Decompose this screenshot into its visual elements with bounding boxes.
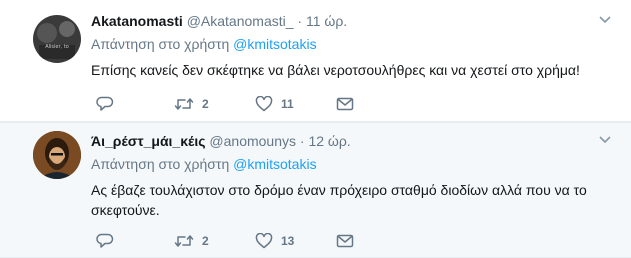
like-button[interactable]: 13: [255, 231, 294, 251]
like-icon: [255, 96, 273, 112]
reply-mention-link[interactable]: @kmitsotakis: [233, 156, 316, 172]
tweet-header: Άι_ρέστ_μάι_κέις @anomounys · 12 ώρ.: [91, 131, 619, 151]
direct-message-button[interactable]: [336, 94, 354, 114]
reply-context: Απάντηση στο χρήστη @kmitsotakis: [91, 154, 619, 174]
user-fullname[interactable]: Άι_ρέστ_μάι_κέις: [91, 133, 206, 149]
reply-icon: [96, 233, 114, 249]
separator: ·: [297, 13, 303, 29]
tweet-content: Akatanomasti @Akatanomasti_ · 11 ώρ. Απά…: [91, 11, 619, 80]
separator: ·: [299, 133, 305, 149]
reply-icon: [96, 96, 114, 112]
retweet-count: 2: [202, 97, 209, 111]
direct-message-button[interactable]: [336, 231, 354, 251]
reply-context: Απάντηση στο χρήστη @kmitsotakis: [91, 34, 619, 54]
retweet-button[interactable]: 2: [174, 231, 209, 251]
tweet-header: Akatanomasti @Akatanomasti_ · 11 ώρ.: [91, 11, 619, 31]
tweet-content: Άι_ρέστ_μάι_κέις @anomounys · 12 ώρ. Απά…: [91, 131, 619, 220]
retweet-icon: [174, 96, 194, 112]
like-count: 13: [281, 234, 295, 248]
avatar[interactable]: [33, 131, 81, 179]
svg-text:Alisier, to: Alisier, to: [45, 44, 69, 50]
reply-prefix: Απάντηση στο χρήστη: [91, 36, 230, 52]
user-username[interactable]: @anomounys: [209, 133, 296, 149]
tweet-timestamp[interactable]: 12 ώρ.: [308, 133, 350, 149]
tweet[interactable]: Alisier, to Akatanomasti @Akatanomasti_ …: [0, 0, 631, 122]
like-icon: [255, 233, 273, 249]
chevron-down-icon[interactable]: [599, 133, 611, 147]
reply-prefix: Απάντηση στο χρήστη: [91, 156, 230, 172]
tweet[interactable]: Άι_ρέστ_μάι_κέις @anomounys · 12 ώρ. Απά…: [0, 123, 631, 258]
like-button[interactable]: 11: [255, 94, 294, 114]
message-icon: [336, 233, 354, 249]
chevron-down-icon[interactable]: [599, 13, 611, 27]
like-count: 11: [281, 97, 294, 111]
avatar[interactable]: Alisier, to: [33, 15, 81, 63]
tweet-text: Ας έβαζε τουλάχιστον στο δρόμο έναν πρόχ…: [91, 182, 587, 218]
tweet-timestamp[interactable]: 11 ώρ.: [306, 13, 347, 29]
reply-button[interactable]: [96, 231, 114, 251]
tweet-text: Επίσης κανείς δεν σκέφτηκε να βάλει νερο…: [91, 62, 580, 78]
user-fullname[interactable]: Akatanomasti: [91, 13, 183, 29]
user-username[interactable]: @Akatanomasti_: [187, 13, 294, 29]
reply-button[interactable]: [96, 94, 114, 114]
retweet-button[interactable]: 2: [174, 94, 209, 114]
reply-mention-link[interactable]: @kmitsotakis: [233, 36, 316, 52]
timeline: Alisier, to Akatanomasti @Akatanomasti_ …: [0, 0, 631, 258]
message-icon: [336, 96, 354, 112]
retweet-count: 2: [202, 234, 209, 248]
retweet-icon: [174, 233, 194, 249]
